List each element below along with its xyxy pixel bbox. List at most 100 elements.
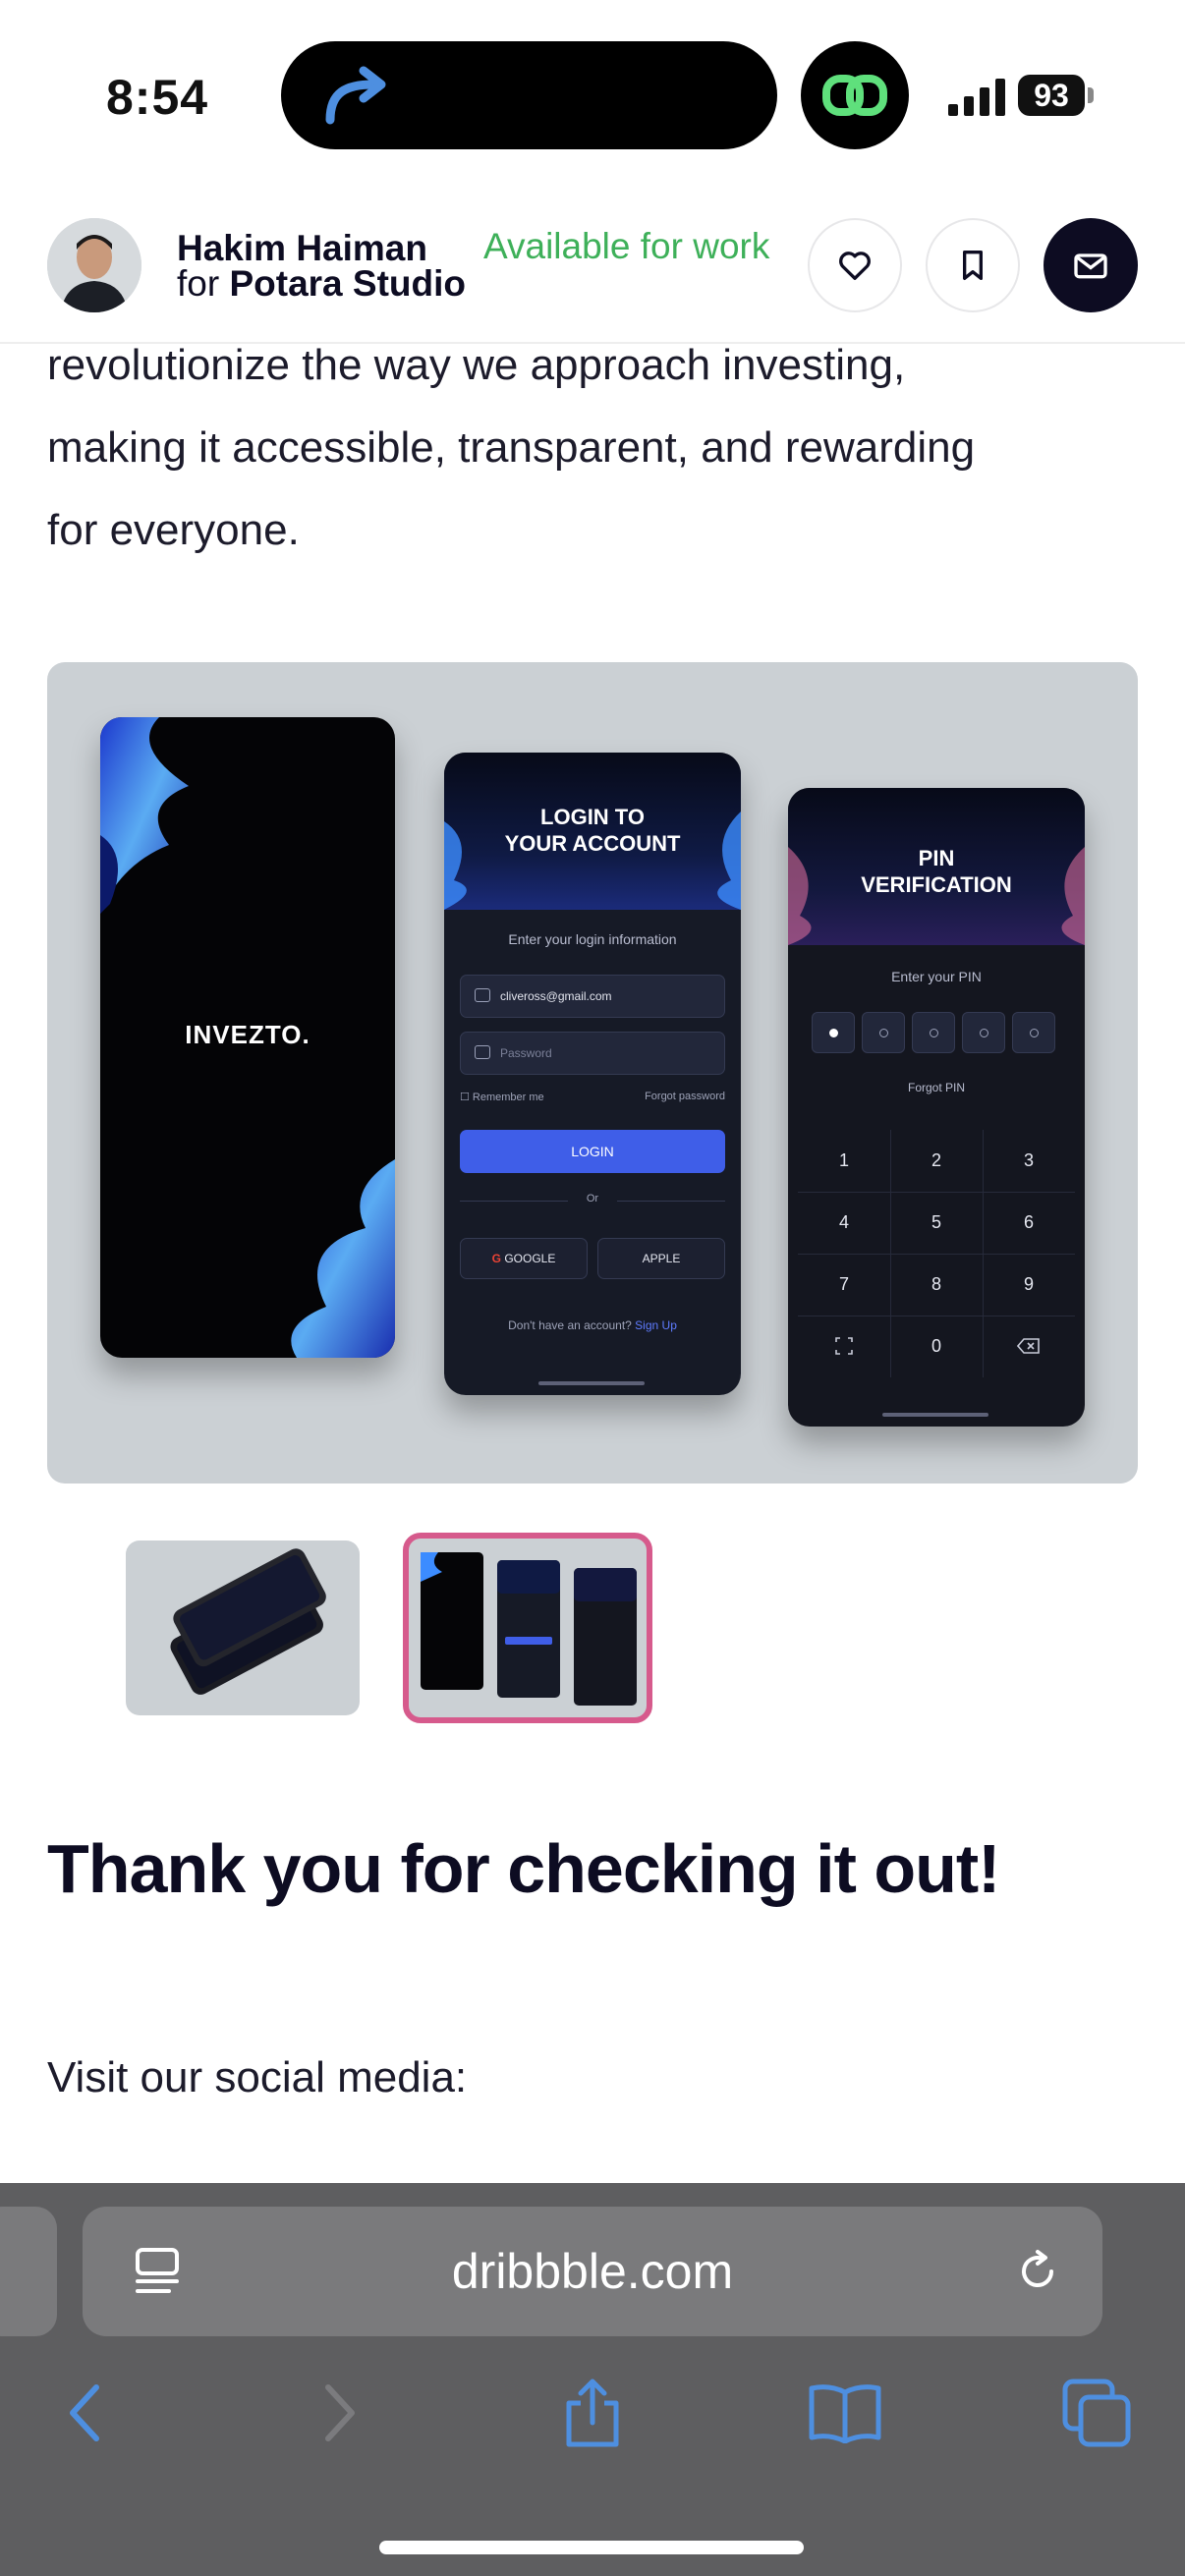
- address-bar[interactable]: dribbble.com: [83, 2207, 1102, 2336]
- back-button[interactable]: [35, 2364, 134, 2462]
- thumbnail-1[interactable]: [126, 1540, 360, 1715]
- splash-screen-mockup: INVEZTO.: [100, 717, 395, 1358]
- password-field: Password: [460, 1032, 725, 1075]
- link-icon: [822, 75, 887, 116]
- google-icon: G: [491, 1252, 501, 1265]
- url-text[interactable]: dribbble.com: [83, 2207, 1102, 2336]
- apple-label: APPLE: [642, 1252, 681, 1265]
- forgot-password-link: Forgot password: [645, 1091, 725, 1102]
- thanks-heading: Thank you for checking it out!: [47, 1830, 1000, 1907]
- mail-icon: [475, 988, 490, 1002]
- shot-preview-image[interactable]: INVEZTO. LOGIN TO YOUR ACCOUNT Enter you…: [47, 662, 1138, 1484]
- login-hero: LOGIN TO YOUR ACCOUNT: [444, 753, 741, 910]
- keypad-key: 3: [1023, 1150, 1034, 1170]
- forward-button[interactable]: [291, 2364, 389, 2462]
- share-arrow-icon: [325, 66, 386, 125]
- shot-description: revolutionize the way we approach invest…: [47, 324, 1138, 572]
- bookmark-icon: [963, 251, 983, 280]
- remember-label: Remember me: [472, 1092, 544, 1103]
- bookmarks-button[interactable]: [796, 2364, 894, 2462]
- remember-me: ☐ Remember me: [460, 1092, 544, 1103]
- share-icon: [566, 2379, 619, 2447]
- login-subtitle: Enter your login information: [508, 931, 677, 947]
- thumbnail-2-selected[interactable]: [403, 1533, 652, 1723]
- google-button: G GOOGLE: [460, 1238, 588, 1279]
- keypad-key: 8: [931, 1274, 941, 1294]
- description-line: for everyone.: [47, 506, 300, 554]
- keypad-key: 6: [1023, 1212, 1034, 1232]
- pin-digit-box: [812, 1012, 855, 1053]
- google-label: GOOGLE: [504, 1252, 556, 1265]
- home-indicator: [379, 2541, 804, 2554]
- pin-subtitle: Enter your PIN: [891, 969, 982, 984]
- reload-icon[interactable]: [1012, 2246, 1063, 2297]
- chevron-right-icon: [325, 2384, 355, 2441]
- pin-screen-mockup: PIN VERIFICATION Enter your PIN Forgot P…: [788, 788, 1085, 1427]
- keypad-key: 2: [931, 1150, 941, 1170]
- keypad-key: 9: [1023, 1274, 1034, 1294]
- battery-tip: [1088, 87, 1094, 103]
- keypad-key: 4: [838, 1212, 849, 1232]
- home-bar: [538, 1381, 645, 1385]
- avatar[interactable]: [47, 218, 141, 312]
- previous-tab-peek[interactable]: [0, 2207, 57, 2336]
- login-title-line: YOUR ACCOUNT: [504, 831, 681, 856]
- heart-icon: [839, 252, 871, 280]
- password-placeholder: Password: [500, 1046, 552, 1060]
- home-bar: [882, 1413, 988, 1417]
- or-label: Or: [586, 1193, 599, 1204]
- pin-keypad: 1 2 3 4 5 6 7 8 9 0: [798, 1130, 1075, 1377]
- signup-prompt: Don't have an account? Sign Up: [444, 1318, 741, 1332]
- forgot-pin-link: Forgot PIN: [907, 1081, 966, 1094]
- keypad-key: 0: [931, 1336, 941, 1356]
- author-team[interactable]: for Potara Studio: [177, 263, 466, 305]
- description-line: making it accessible, transparent, and r…: [47, 423, 976, 472]
- team-name[interactable]: Potara Studio: [229, 263, 466, 304]
- backspace-key: [983, 1316, 1075, 1377]
- like-button[interactable]: [808, 218, 902, 312]
- login-title-line: LOGIN TO: [540, 805, 645, 829]
- lock-icon: [475, 1045, 490, 1059]
- threads-app-icon[interactable]: [801, 41, 909, 149]
- divider: [460, 1201, 568, 1202]
- login-title: LOGIN TO YOUR ACCOUNT: [444, 804, 741, 857]
- apple-button: APPLE: [597, 1238, 725, 1279]
- divider: [617, 1201, 725, 1202]
- signup-link: Sign Up: [635, 1318, 677, 1332]
- page-menu-icon[interactable]: [132, 2246, 183, 2297]
- dynamic-island[interactable]: [281, 41, 777, 149]
- face-id-key: [798, 1316, 890, 1377]
- login-screen-mockup: LOGIN TO YOUR ACCOUNT Enter your login i…: [444, 753, 741, 1395]
- shot-author-header: Hakim Haiman for Potara Studio Available…: [0, 196, 1185, 344]
- safari-toolbar: dribbble.com: [0, 2183, 1185, 2576]
- save-button[interactable]: [926, 218, 1020, 312]
- keypad-key: 5: [931, 1212, 941, 1232]
- pin-title-line: VERIFICATION: [861, 872, 1012, 897]
- availability-status: Available for work: [483, 226, 770, 266]
- signal-icon: [948, 79, 1005, 116]
- app-brand: INVEZTO.: [185, 1020, 310, 1049]
- pin-title: PIN VERIFICATION: [788, 845, 1085, 898]
- pin-digit-box: [862, 1012, 905, 1053]
- pin-digit-box: [912, 1012, 955, 1053]
- status-bar: 8:54 93: [0, 0, 1185, 196]
- face-id-icon: [835, 1337, 853, 1355]
- battery-indicator: 93: [1018, 75, 1085, 116]
- chevron-left-icon: [70, 2384, 99, 2441]
- email-field: cliveross@gmail.com: [460, 975, 725, 1018]
- keypad-key: 1: [838, 1150, 849, 1170]
- team-prefix: for: [177, 263, 220, 304]
- tabs-button[interactable]: [1047, 2364, 1146, 2462]
- open-book-icon: [809, 2384, 881, 2443]
- email-value: cliveross@gmail.com: [500, 989, 612, 1003]
- status-time: 8:54: [106, 70, 209, 125]
- message-button[interactable]: [1044, 218, 1138, 312]
- backspace-icon: [1016, 1338, 1040, 1354]
- pin-digit-box: [1012, 1012, 1055, 1053]
- login-button: LOGIN: [460, 1130, 725, 1173]
- share-button[interactable]: [543, 2364, 642, 2462]
- mail-icon: [1074, 253, 1107, 279]
- pin-hero: PIN VERIFICATION: [788, 788, 1085, 945]
- keypad-key: 7: [838, 1274, 849, 1294]
- social-media-text: Visit our social media:: [47, 2053, 468, 2101]
